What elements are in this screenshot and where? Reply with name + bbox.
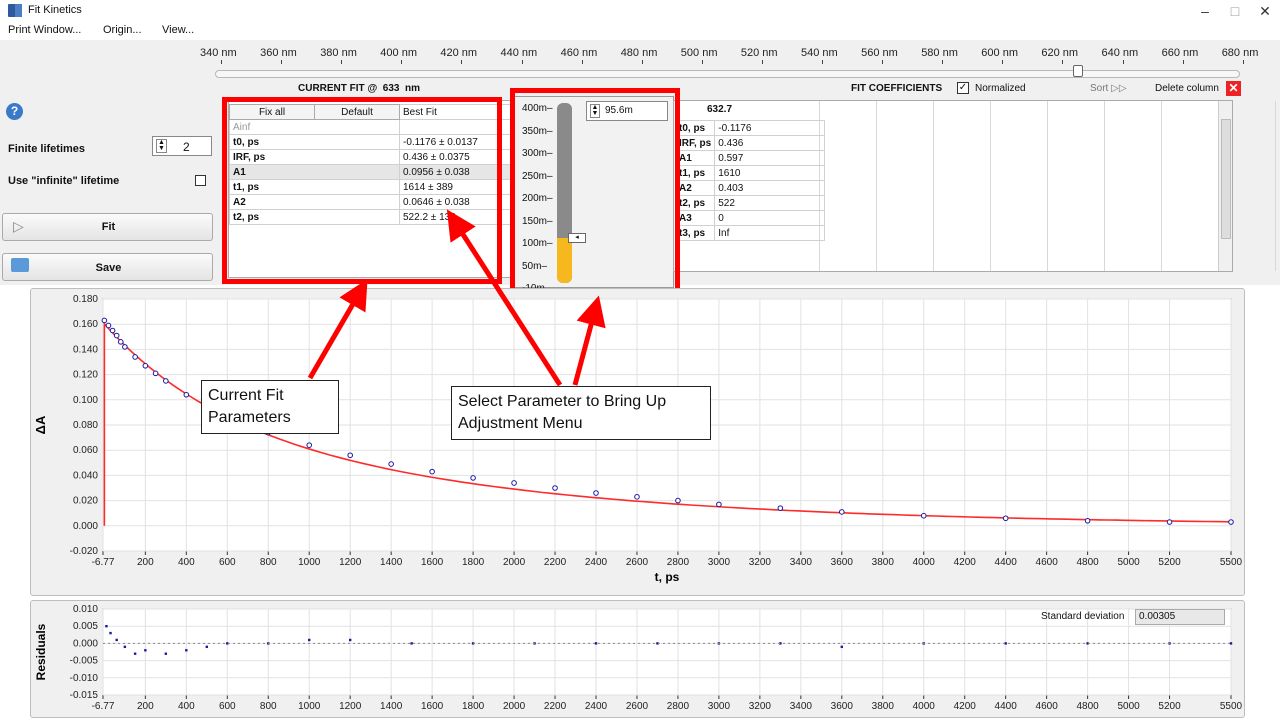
callout-adjust: Select Parameter to Bring Up Adjustment … <box>451 386 711 440</box>
callout-current-fit: Current Fit Parameters <box>201 380 339 434</box>
arrow-parameter <box>446 209 563 387</box>
arrow-current-fit <box>307 279 368 380</box>
annotation-arrows <box>307 209 606 387</box>
arrow-adjust-menu <box>572 295 606 386</box>
